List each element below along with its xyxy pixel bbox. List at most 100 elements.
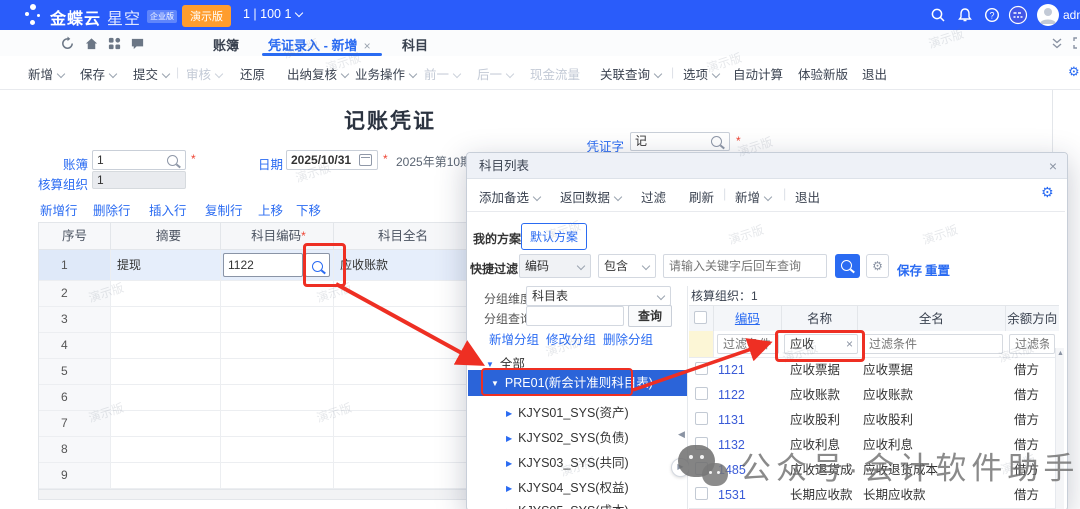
service-menu-icon[interactable] <box>1008 5 1028 25</box>
toolbar-save-button[interactable]: 保存 <box>80 64 116 83</box>
dialog-close-icon[interactable]: × <box>1049 158 1057 174</box>
row-checkbox[interactable] <box>695 437 708 450</box>
search-button[interactable] <box>835 254 860 278</box>
select-all-checkbox[interactable] <box>689 306 714 332</box>
tab-close-icon[interactable]: × <box>364 39 371 53</box>
tree-node-common[interactable]: ▶KJYS03_SYS(共同) <box>506 452 629 471</box>
toolbar-new-button[interactable]: 新增 <box>28 64 64 83</box>
book-field[interactable]: 1 <box>92 150 186 170</box>
table-scrollbar[interactable]: ▲ <box>1055 348 1064 509</box>
toolbar-auto-calc-button[interactable]: 自动计算 <box>733 64 783 83</box>
account-row[interactable]: 1132 应收利息 应收利息 借方 <box>689 433 1059 459</box>
org-book-selector[interactable]: 1 | 100 1 <box>243 7 302 21</box>
direction-filter-input[interactable] <box>1009 334 1055 354</box>
toolbar-cashier-review-button[interactable]: 出纳复核 <box>287 64 348 83</box>
code-filter-input[interactable] <box>717 334 779 354</box>
grid-row-3[interactable]: 3 <box>39 307 467 333</box>
home-icon[interactable] <box>84 36 99 51</box>
search-icon[interactable] <box>930 7 946 23</box>
tree-node-assets[interactable]: ▶KJYS01_SYS(资产) <box>506 402 629 421</box>
date-field[interactable]: 2025/10/31 <box>286 150 378 170</box>
tree-node-cost[interactable]: ▶KJYS05_SYS(成本) <box>506 500 629 509</box>
toolbar-exit-button[interactable]: 退出 <box>862 64 887 83</box>
lookup-icon[interactable] <box>711 136 722 147</box>
voucher-word-field[interactable]: 记 <box>630 132 730 151</box>
group-search-input[interactable] <box>526 306 624 326</box>
tab-account-books[interactable]: 账簿 <box>213 35 239 54</box>
filter-button[interactable]: 过滤 <box>641 187 666 206</box>
group-search-button[interactable]: 查询 <box>628 305 672 327</box>
row-checkbox[interactable] <box>695 362 708 375</box>
move-up-link[interactable]: 上移 <box>258 200 283 219</box>
grid-row-5[interactable]: 5 <box>39 359 467 385</box>
filter-field-select[interactable]: 编码 <box>519 254 591 278</box>
avatar[interactable] <box>1037 4 1059 26</box>
save-filter-link[interactable]: 保存 <box>897 260 922 279</box>
grid-row-2[interactable]: 2 <box>39 281 467 307</box>
delete-row-link[interactable]: 删除行 <box>93 200 131 219</box>
expand-panel-icon[interactable]: ▶ <box>671 458 690 477</box>
scroll-up-icon[interactable]: ▲ <box>1057 350 1064 357</box>
col-header-direction[interactable]: 余额方向 <box>1006 306 1059 332</box>
username[interactable]: admin <box>1063 8 1080 22</box>
col-header-code[interactable]: 编码 <box>714 306 782 332</box>
filter-operator-select[interactable]: 包含 <box>598 254 656 278</box>
grid-row-7[interactable]: 7 <box>39 411 467 437</box>
add-row-link[interactable]: 新增行 <box>40 200 78 219</box>
toolbar-new-ui-button[interactable]: 体验新版 <box>798 64 848 83</box>
tab-voucher-entry[interactable]: 凭证录入 - 新增× <box>268 35 371 54</box>
toolbar-options-button[interactable]: 选项 <box>683 64 719 83</box>
col-header-name[interactable]: 名称 <box>782 306 858 332</box>
expand-icon[interactable] <box>1072 36 1080 53</box>
message-icon[interactable] <box>130 36 145 51</box>
return-data-button[interactable]: 返回数据 <box>560 187 621 206</box>
filter-settings-gear-icon[interactable]: ⚙ <box>866 254 889 278</box>
dialog-exit-button[interactable]: 退出 <box>795 187 820 206</box>
account-code-input[interactable] <box>223 253 303 277</box>
default-plan-button[interactable]: 默认方案 <box>521 223 587 250</box>
group-dimension-select[interactable]: 科目表 <box>526 286 671 306</box>
row-checkbox[interactable] <box>695 412 708 425</box>
collapse-toolbar-icon[interactable] <box>1050 36 1064 53</box>
collapse-panel-icon[interactable]: ◀ <box>678 429 685 440</box>
grid-row-1[interactable]: 1 提现 应收账款 <box>39 250 467 281</box>
reset-filter-link[interactable]: 重置 <box>925 260 950 279</box>
apps-grid-icon[interactable] <box>107 36 122 51</box>
toolbar-business-ops-button[interactable]: 业务操作 <box>355 64 416 83</box>
tree-node-liabilities[interactable]: ▶KJYS02_SYS(负债) <box>506 427 629 446</box>
grid-row-8[interactable]: 8 <box>39 437 467 463</box>
keyword-search-input[interactable] <box>663 254 827 278</box>
edit-group-link[interactable]: 修改分组 <box>546 329 596 348</box>
account-row[interactable]: 1122 应收账款 应收账款 借方 <box>689 383 1059 409</box>
account-row[interactable]: 1531 长期应收款 长期应收款 借方 <box>689 483 1059 509</box>
summary-cell[interactable]: 提现 <box>111 250 221 280</box>
toolbar-related-query-button[interactable]: 关联查询 <box>600 64 661 83</box>
toolbar-restore-button[interactable]: 还原 <box>240 64 265 83</box>
col-header-fullname[interactable]: 全名 <box>858 306 1005 332</box>
lookup-icon[interactable] <box>167 155 178 166</box>
help-icon[interactable]: ? <box>984 7 1000 23</box>
fullname-filter-input[interactable] <box>863 334 1003 354</box>
account-row[interactable]: 1485 应收退货成本 应收退货成本 借方 <box>689 458 1059 484</box>
tab-accounts[interactable]: 科目 <box>402 35 428 54</box>
copy-row-link[interactable]: 复制行 <box>205 200 243 219</box>
new-account-button[interactable]: 新增 <box>735 187 771 206</box>
calendar-icon[interactable] <box>359 154 372 166</box>
sync-icon[interactable] <box>60 36 75 51</box>
notification-bell-icon[interactable] <box>957 7 973 23</box>
row-checkbox[interactable] <box>695 387 708 400</box>
account-row[interactable]: 1121 应收票据 应收票据 借方 <box>689 358 1059 384</box>
insert-row-link[interactable]: 插入行 <box>149 200 187 219</box>
move-down-link[interactable]: 下移 <box>296 200 321 219</box>
row-checkbox[interactable] <box>695 462 708 475</box>
grid-row-4[interactable]: 4 <box>39 333 467 359</box>
toolbar-submit-button[interactable]: 提交 <box>133 64 169 83</box>
dialog-gear-icon[interactable]: ⚙ <box>1041 184 1054 201</box>
tree-node-equity[interactable]: ▶KJYS04_SYS(权益) <box>506 477 629 496</box>
grid-row-9[interactable]: 9 <box>39 463 467 489</box>
account-row[interactable]: 1131 应收股利 应收股利 借方 <box>689 408 1059 434</box>
refresh-button[interactable]: 刷新 <box>689 187 714 206</box>
toolbar-gear-icon[interactable]: ⚙ <box>1068 64 1080 80</box>
row-checkbox[interactable] <box>695 487 708 500</box>
delete-group-link[interactable]: 删除分组 <box>603 329 653 348</box>
